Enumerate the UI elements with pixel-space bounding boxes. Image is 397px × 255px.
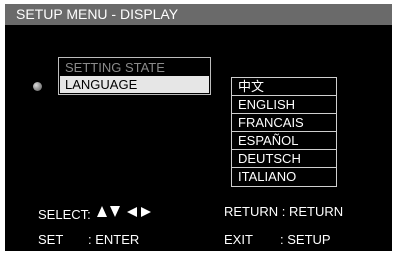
arrow-right-icon: [141, 207, 151, 217]
title-bar: SETUP MENU - DISPLAY: [5, 4, 392, 25]
language-option-english[interactable]: ENGLISH: [232, 96, 336, 114]
osd-screen: SETUP MENU - DISPLAY SETTING STATE LANGU…: [5, 4, 392, 251]
page-title: SETUP MENU - DISPLAY: [16, 6, 179, 22]
set-hint-label: SET: [38, 232, 64, 247]
enter-hint-label: : ENTER: [88, 232, 140, 247]
language-option-french[interactable]: FRANCAIS: [232, 114, 336, 132]
language-list: 中文 ENGLISH FRANCAIS ESPAÑOL DEUTSCH ITAL…: [231, 77, 337, 187]
arrow-left-icon: [127, 207, 137, 217]
menu-item-setting-state[interactable]: SETTING STATE: [60, 59, 209, 76]
return-hint-label: RETURN : RETURN: [224, 204, 344, 219]
arrow-up-icon: [97, 206, 107, 217]
bullet-icon: [33, 82, 42, 91]
language-option-german[interactable]: DEUTSCH: [232, 150, 336, 168]
language-option-spanish[interactable]: ESPAÑOL: [232, 132, 336, 150]
exit-hint-label: EXIT: [224, 232, 253, 247]
setup-menu: SETTING STATE LANGUAGE: [58, 57, 211, 95]
setup-hint-label: : SETUP: [280, 232, 331, 247]
select-hint-label: SELECT:: [38, 207, 91, 222]
menu-item-language[interactable]: LANGUAGE: [60, 76, 209, 93]
language-option-italian[interactable]: ITALIANO: [232, 168, 336, 186]
arrow-down-icon: [110, 206, 120, 217]
language-option-chinese[interactable]: 中文: [232, 78, 336, 96]
